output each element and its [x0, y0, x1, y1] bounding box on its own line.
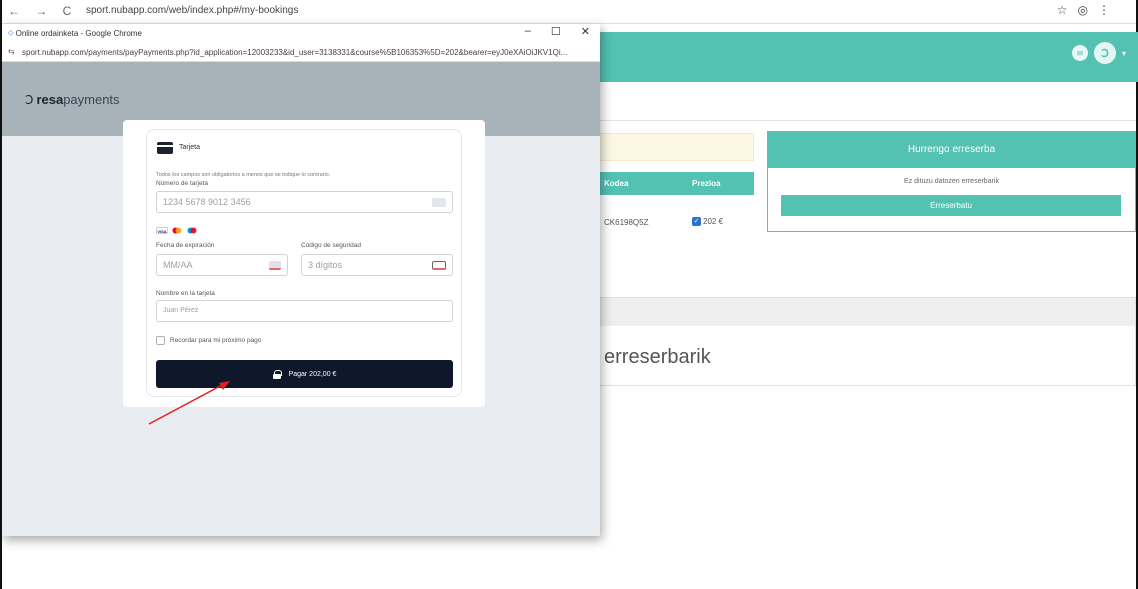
- popup-address-bar[interactable]: ⇆ sport.nubapp.com/payments/payPayments.…: [2, 42, 600, 62]
- checkbox-checked-icon[interactable]: ✓: [692, 217, 701, 226]
- maximize-icon[interactable]: ☐: [551, 25, 561, 38]
- popup-title-bar: ⬦ Online ordainketa - Google Chrome – ☐ …: [2, 24, 600, 42]
- payment-form-container: Tarjeta Todos los campos son obligatorio…: [123, 120, 485, 407]
- panel-empty-text: erreserbarik: [604, 346, 711, 368]
- chevron-down-icon[interactable]: ▾: [1122, 49, 1126, 58]
- maestro-icon: [186, 227, 198, 234]
- resa-payments-logo: Ↄ resapayments: [25, 92, 120, 107]
- panel-header: [600, 298, 1135, 326]
- lock-icon: [272, 370, 282, 379]
- column-header-code: Kodea: [604, 179, 629, 188]
- minimize-icon[interactable]: –: [525, 25, 531, 38]
- menu-icon[interactable]: ⋮: [1098, 3, 1120, 17]
- divider: [600, 120, 1136, 121]
- logo-light-text: payments: [63, 92, 120, 107]
- visa-icon: VISA: [156, 227, 168, 234]
- header-icons: ✉ Ↄ ▾: [1071, 42, 1126, 64]
- background-address-bar[interactable]: sport.nubapp.com/web/index.php#/my-booki…: [86, 5, 298, 16]
- column-header-price: Prezioa: [692, 179, 721, 188]
- browser-nav-buttons[interactable]: ← → C: [8, 4, 77, 18]
- mastercard-icon: [171, 227, 183, 234]
- card-brands: VISA: [156, 227, 198, 234]
- card-number-label: Número de tarjeta: [156, 180, 209, 187]
- card-field-icon: [432, 198, 446, 207]
- close-icon[interactable]: ✕: [581, 25, 590, 38]
- user-avatar-icon[interactable]: Ↄ: [1093, 42, 1116, 64]
- profile-icon[interactable]: ◎: [1078, 3, 1098, 17]
- cvc-card-icon: [432, 261, 446, 270]
- cardholder-name-input[interactable]: Juan Pérez: [156, 300, 453, 322]
- popup-window-title: Online ordainketa - Google Chrome: [15, 28, 142, 38]
- browser-actions[interactable]: ☆◎⋮: [1057, 3, 1120, 17]
- credit-card-icon: [157, 142, 173, 154]
- book-button[interactable]: Erreserbatu: [781, 195, 1121, 216]
- notice-banner: [600, 133, 754, 161]
- remember-checkbox[interactable]: [156, 336, 165, 345]
- window-controls: – ☐ ✕: [525, 25, 590, 38]
- card-number-placeholder: 1234 5678 9012 3456: [163, 197, 251, 207]
- price-value: 202 €: [703, 217, 724, 226]
- resa-logo-icon: Ↄ: [25, 92, 34, 107]
- expiry-label: Fecha de expiración: [156, 242, 215, 249]
- security-code-label: Código de seguridad: [301, 242, 361, 249]
- no-bookings-text: Ez dituzu datozen erreserbarik: [904, 178, 999, 185]
- required-fields-note: Todos los campos son obligatorios a meno…: [156, 172, 331, 178]
- booking-price-cell: ✓ 202 €: [692, 217, 723, 226]
- card-number-input[interactable]: 1234 5678 9012 3456: [156, 191, 453, 213]
- cardholder-name-placeholder: Juan Pérez: [163, 307, 199, 314]
- cardholder-name-label: Nombre en la tarjeta: [156, 290, 215, 297]
- payment-popup-window: ⬦ Online ordainketa - Google Chrome – ☐ …: [2, 24, 600, 536]
- payment-form: Tarjeta Todos los campos son obligatorio…: [146, 129, 462, 397]
- app-favicon-icon: ⬦: [8, 28, 14, 37]
- star-icon[interactable]: ☆: [1057, 3, 1078, 17]
- security-code-placeholder: 3 dígitos: [308, 260, 343, 270]
- screen: ← → C sport.nubapp.com/web/index.php#/my…: [0, 0, 1138, 589]
- popup-url[interactable]: sport.nubapp.com/payments/payPayments.ph…: [22, 48, 592, 57]
- expiry-placeholder: MM/AA: [163, 260, 193, 270]
- security-code-input[interactable]: 3 dígitos: [301, 254, 453, 276]
- payment-method-label: Tarjeta: [179, 144, 201, 151]
- bookings-panel: erreserbarik: [600, 297, 1136, 386]
- background-browser-toolbar: ← → C sport.nubapp.com/web/index.php#/my…: [2, 0, 1136, 24]
- app-header-bar: ✉ Ↄ ▾: [600, 32, 1138, 82]
- next-booking-title: Hurrengo erreserba: [768, 132, 1135, 168]
- logo-bold-text: resa: [36, 92, 64, 107]
- bookings-table-header: Kodea Prezioa: [600, 172, 754, 195]
- mail-icon[interactable]: ✉: [1071, 45, 1088, 61]
- calendar-card-icon: [269, 261, 281, 270]
- expiry-input[interactable]: MM/AA: [156, 254, 288, 276]
- pay-button-label: Pagar 202,00 €: [288, 370, 337, 378]
- annotation-arrow: [148, 381, 230, 425]
- remember-label: Recordar para mi próximo pago: [170, 337, 262, 344]
- booking-code-cell: CK6198Q5Z: [604, 218, 649, 227]
- site-info-icon[interactable]: ⇆: [8, 47, 15, 56]
- next-booking-card: Hurrengo erreserba Ez dituzu datozen err…: [767, 131, 1136, 232]
